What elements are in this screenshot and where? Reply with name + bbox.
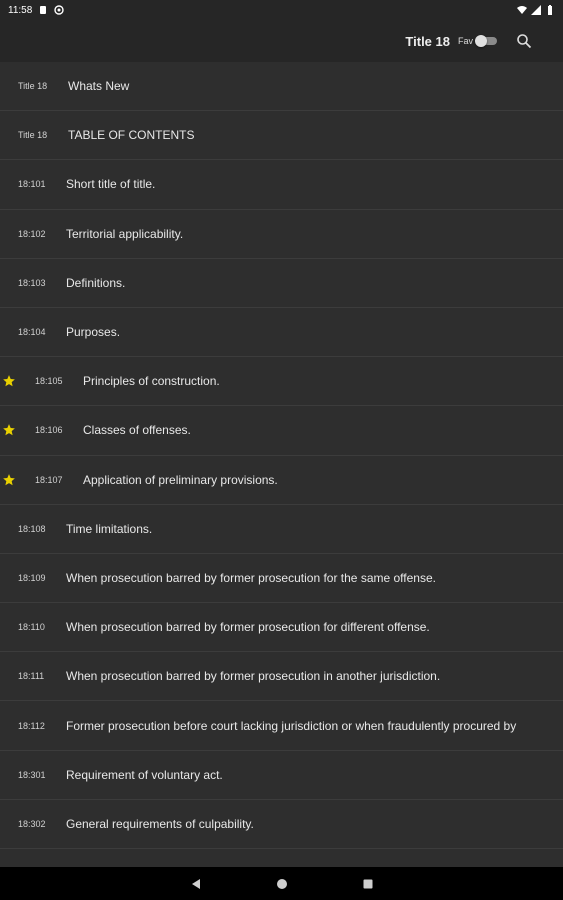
sim-card-icon xyxy=(40,6,47,14)
status-left: 11:58 xyxy=(8,5,64,16)
section-title: Territorial applicability. xyxy=(66,226,184,241)
status-bar: 11:58 xyxy=(0,0,563,20)
status-right xyxy=(517,5,555,15)
fav-toggle-thumb xyxy=(475,35,487,47)
section-code: 18:109 xyxy=(18,572,46,583)
section-code: Title 18 xyxy=(18,130,48,141)
list-item[interactable]: 18:301 Requirement of voluntary act. xyxy=(0,751,563,800)
list-item[interactable]: 18:101 Short title of title. xyxy=(0,160,563,210)
navigation-bar xyxy=(0,867,563,900)
section-code: 18:108 xyxy=(18,523,46,534)
fav-toggle[interactable] xyxy=(475,35,497,47)
list-item[interactable]: Title 18 TABLE OF CONTENTS xyxy=(0,111,563,161)
section-code: 18:103 xyxy=(18,277,46,288)
section-title: Requirement of voluntary act. xyxy=(66,767,223,782)
section-title: Application of preliminary provisions. xyxy=(83,472,278,487)
section-title: Former prosecution before court lacking … xyxy=(66,718,517,733)
battery-icon xyxy=(548,5,552,15)
favorite-star-icon xyxy=(3,375,15,387)
list-item[interactable]: 18:302 General requirements of culpabilit… xyxy=(0,800,563,849)
list-item[interactable]: 18:111 When prosecution barred by former … xyxy=(0,652,563,702)
list-item[interactable]: 18:107 Application of preliminary provisi… xyxy=(0,456,563,505)
section-title: When prosecution barred by former prosec… xyxy=(66,620,430,635)
list-item[interactable]: 18:102 Territorial applicability. xyxy=(0,210,563,259)
section-title: When prosecution barred by former prosec… xyxy=(66,669,441,684)
section-code: 18:111 xyxy=(18,671,45,682)
list-item[interactable]: 18:110 When prosecution barred by former … xyxy=(0,603,563,653)
wifi-icon xyxy=(517,6,527,14)
home-button[interactable] xyxy=(275,877,289,891)
section-code: 18:101 xyxy=(18,179,46,190)
section-code: 18:107 xyxy=(35,474,63,485)
section-code: 18:106 xyxy=(35,425,63,436)
list-item[interactable]: 18:105 Principles of construction. xyxy=(0,357,563,407)
list-item[interactable]: Title 18 Whats New xyxy=(0,62,563,112)
section-code: 18:104 xyxy=(18,327,46,338)
section-title: Whats New xyxy=(68,79,130,94)
section-title: Principles of construction. xyxy=(83,374,220,389)
search-button[interactable] xyxy=(515,32,533,50)
section-title: When prosecution barred by former prosec… xyxy=(66,570,436,585)
back-button[interactable] xyxy=(189,877,203,891)
signal-icon xyxy=(531,5,541,15)
list-item[interactable]: 18:108 Time limitations. xyxy=(0,505,563,554)
section-code: 18:102 xyxy=(18,228,46,239)
app-title: Title 18 xyxy=(405,33,450,49)
search-icon xyxy=(517,34,532,49)
recents-button[interactable] xyxy=(361,877,375,891)
section-code: Title 18 xyxy=(18,81,48,92)
favorite-star-icon xyxy=(3,424,15,436)
section-title: General requirements of culpability. xyxy=(66,816,254,831)
section-code: 18:105 xyxy=(35,376,63,387)
section-title: Definitions. xyxy=(66,275,126,290)
app-notification-icon xyxy=(54,5,64,15)
section-title: Time limitations. xyxy=(66,521,153,536)
status-time: 11:58 xyxy=(8,4,33,16)
section-title: Short title of title. xyxy=(66,177,156,192)
list-item[interactable]: 18:103 Definitions. xyxy=(0,259,563,308)
favorite-star-icon xyxy=(3,473,15,485)
list-item[interactable]: 18:112 Former prosecution before court la… xyxy=(0,701,563,751)
section-title: Classes of offenses. xyxy=(83,423,191,438)
section-list: Title 18 Whats New Title 18 TABLE OF CONTEN… xyxy=(0,62,563,867)
recents-square-icon xyxy=(363,879,372,888)
section-code: 18:110 xyxy=(18,622,45,633)
section-code: 18:112 xyxy=(18,720,45,731)
section-code: 18:301 xyxy=(18,769,46,780)
section-title: TABLE OF CONTENTS xyxy=(68,128,195,143)
list-item[interactable]: 18:106 Classes of offenses. xyxy=(0,406,563,456)
list-item[interactable]: 18:109 When prosecution barred by former … xyxy=(0,554,563,604)
section-code: 18:302 xyxy=(18,818,46,829)
back-triangle-icon xyxy=(191,878,200,889)
section-title: Purposes. xyxy=(66,325,121,340)
home-circle-icon xyxy=(276,878,287,889)
fav-label: Fav xyxy=(457,36,473,46)
list-item[interactable]: 18:104 Purposes. xyxy=(0,308,563,358)
app-bar: Title 18 Fav xyxy=(0,20,563,62)
